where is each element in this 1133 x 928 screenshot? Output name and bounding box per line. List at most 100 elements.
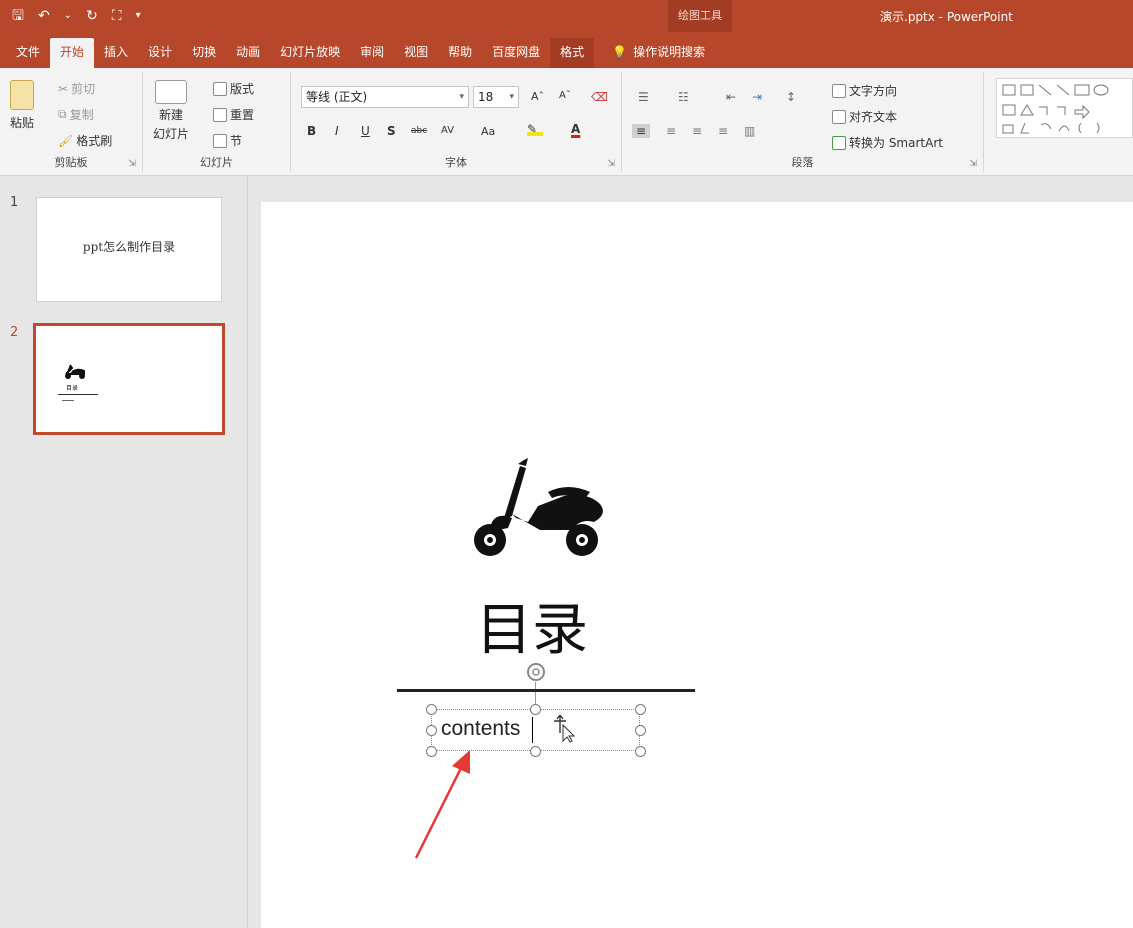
resize-handle-bottom-middle[interactable] xyxy=(530,746,541,757)
tab-home[interactable]: 开始 xyxy=(50,38,95,68)
copy-button[interactable]: ⧉ 复制 xyxy=(58,106,94,123)
text-direction-icon xyxy=(832,83,846,98)
tab-slideshow[interactable]: 幻灯片放映 xyxy=(270,38,350,68)
resize-handle-middle-left[interactable] xyxy=(426,725,437,736)
shadow-button[interactable]: S xyxy=(387,124,396,138)
undo-menu-icon[interactable]: ⌄ xyxy=(64,6,72,26)
columns-icon[interactable]: ▥ xyxy=(744,124,755,138)
thumbnail-title-2: 目录 xyxy=(66,385,79,392)
font-group-label: 字体 xyxy=(445,156,467,169)
thumbnail-title-1: ppt怎么制作目录 xyxy=(82,240,176,254)
slide-thumbnail-1[interactable]: ppt怎么制作目录 xyxy=(36,197,222,302)
window-title: 演示.pptx - PowerPoint xyxy=(880,10,1013,24)
rotate-handle-icon[interactable] xyxy=(524,660,548,684)
font-size-value: 18 xyxy=(478,90,494,104)
dialog-launcher-icon[interactable]: ⇲ xyxy=(607,159,615,169)
align-text-button[interactable]: 对齐文本 xyxy=(832,108,897,125)
italic-button[interactable]: I xyxy=(335,124,339,138)
increase-indent-icon[interactable]: ⇥ xyxy=(752,90,762,104)
customize-qat-icon[interactable]: ▾ xyxy=(136,6,141,26)
title-bar: 🖫 ↶ ⌄ ↻ ⛶ ▾ 绘图工具 演示.pptx - PowerPoint xyxy=(0,0,1133,32)
chevron-down-icon: ▾ xyxy=(459,92,464,102)
bold-button[interactable]: B xyxy=(307,124,316,138)
slide-number-1: 1 xyxy=(10,195,19,210)
scooter-icon xyxy=(474,458,603,556)
highlight-icon[interactable]: ✎ xyxy=(527,122,543,136)
clipboard-group: 粘贴 ✂ 剪切 ⧉ 复制 🖌 格式刷 剪贴板 ⇲ xyxy=(0,72,143,172)
resize-handle-middle-right[interactable] xyxy=(635,725,646,736)
tab-animations[interactable]: 动画 xyxy=(226,38,270,68)
shapes-gallery-icons xyxy=(1002,84,1109,134)
slide-canvas[interactable] xyxy=(261,202,1133,928)
tab-review[interactable]: 审阅 xyxy=(350,38,394,68)
thumbnail-contents-line xyxy=(62,400,74,401)
smartart-label: 转换为 SmartArt xyxy=(849,136,943,150)
paste-button[interactable]: 粘贴 xyxy=(10,80,34,131)
dialog-launcher-icon[interactable]: ⇲ xyxy=(969,159,977,169)
grow-font-button[interactable]: Aˆ xyxy=(531,90,544,103)
copy-label: 复制 xyxy=(69,108,94,122)
align-left-icon[interactable]: ≡ xyxy=(632,124,651,138)
format-painter-button[interactable]: 🖌 格式刷 xyxy=(58,132,112,149)
font-size-select[interactable]: 18 ▾ xyxy=(473,86,519,108)
save-icon[interactable]: 🖫 xyxy=(12,6,24,26)
resize-handle-top-middle[interactable] xyxy=(530,704,541,715)
tab-baidu-netdisk[interactable]: 百度网盘 xyxy=(482,38,550,68)
font-group: 等线 (正文) ▾ 18 ▾ Aˆ Aˇ ⌫ B I U S abc AV Aa… xyxy=(291,72,622,172)
divider-line[interactable] xyxy=(397,689,695,692)
new-slide-icon xyxy=(155,80,187,104)
paste-icon xyxy=(10,80,34,110)
tab-insert[interactable]: 插入 xyxy=(94,38,138,68)
justify-icon[interactable]: ≡ xyxy=(718,124,728,138)
align-center-icon[interactable]: ≡ xyxy=(666,124,676,138)
red-arrow-annotation xyxy=(414,750,470,859)
dialog-launcher-icon[interactable]: ⇲ xyxy=(128,159,136,169)
tab-view[interactable]: 视图 xyxy=(394,38,438,68)
drawing-tools-label: 绘图工具 xyxy=(668,0,732,32)
tab-help[interactable]: 帮助 xyxy=(438,38,482,68)
ribbon: 粘贴 ✂ 剪切 ⧉ 复制 🖌 格式刷 剪贴板 ⇲ 新建 幻灯片 版式 重置 节 … xyxy=(0,68,1133,176)
underline-button[interactable]: U xyxy=(361,124,370,138)
textbox-text[interactable]: contents xyxy=(441,717,520,741)
redo-icon[interactable]: ↻ xyxy=(86,6,98,26)
new-slide-button[interactable]: 新建 幻灯片 xyxy=(153,80,189,142)
change-case-button[interactable]: Aa xyxy=(481,125,495,138)
paste-label: 粘贴 xyxy=(10,116,35,130)
slide-title[interactable]: 目录 xyxy=(476,596,588,666)
strikethrough-button[interactable]: abc xyxy=(411,126,427,136)
text-direction-button[interactable]: 文字方向 xyxy=(832,82,897,99)
align-text-icon xyxy=(832,109,846,124)
undo-icon[interactable]: ↶ xyxy=(38,6,50,26)
shrink-font-button[interactable]: Aˇ xyxy=(559,90,571,101)
section-button[interactable]: 节 xyxy=(213,132,242,149)
convert-smartart-button[interactable]: 转换为 SmartArt xyxy=(832,134,943,151)
brush-icon: 🖌 xyxy=(58,133,74,148)
font-color-icon[interactable]: A xyxy=(571,122,585,136)
cut-button[interactable]: ✂ 剪切 xyxy=(58,80,95,97)
line-spacing-icon[interactable]: ↕ xyxy=(786,90,796,104)
font-name-select[interactable]: 等线 (正文) ▾ xyxy=(301,86,469,108)
align-right-icon[interactable]: ≡ xyxy=(692,124,702,138)
reset-button[interactable]: 重置 xyxy=(213,106,254,123)
decrease-indent-icon[interactable]: ⇤ xyxy=(726,90,736,104)
resize-handle-top-left[interactable] xyxy=(426,704,437,715)
bullets-icon[interactable]: ☰ xyxy=(638,90,649,104)
char-spacing-button[interactable]: AV xyxy=(441,125,454,136)
numbering-icon[interactable]: ☷ xyxy=(678,90,689,104)
clear-format-icon[interactable]: ⌫ xyxy=(591,90,608,104)
tell-me-search[interactable]: 💡 操作说明搜索 xyxy=(612,38,705,68)
tab-file[interactable]: 文件 xyxy=(6,38,50,68)
tab-transitions[interactable]: 切换 xyxy=(182,38,226,68)
slides-group-label: 幻灯片 xyxy=(200,156,233,169)
layout-button[interactable]: 版式 xyxy=(213,80,254,97)
slides-group: 新建 幻灯片 版式 重置 节 幻灯片 xyxy=(143,72,291,172)
resize-handle-top-right[interactable] xyxy=(635,704,646,715)
tab-design[interactable]: 设计 xyxy=(138,38,182,68)
slide-thumbnail-2[interactable]: 目录 xyxy=(33,323,225,435)
font-name-value: 等线 (正文) xyxy=(306,90,368,104)
smartart-icon xyxy=(832,135,846,150)
shapes-gallery[interactable] xyxy=(996,78,1133,138)
present-icon[interactable]: ⛶ xyxy=(112,6,122,26)
tab-format[interactable]: 格式 xyxy=(550,38,595,68)
resize-handle-bottom-right[interactable] xyxy=(635,746,646,757)
